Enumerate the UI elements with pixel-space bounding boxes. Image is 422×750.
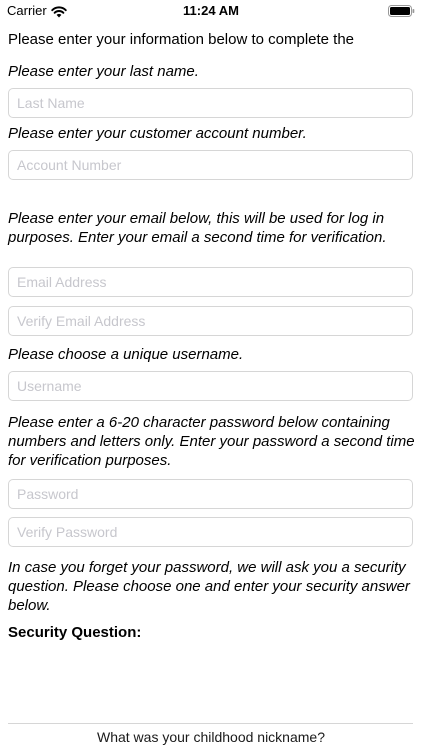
verify-email-field[interactable]	[8, 306, 413, 336]
account-number-field[interactable]	[8, 150, 413, 180]
verify-password-field[interactable]	[8, 517, 413, 547]
battery-icon	[388, 5, 415, 17]
account-number-prompt: Please enter your customer account numbe…	[8, 125, 307, 142]
email-field[interactable]	[8, 267, 413, 297]
status-bar: Carrier 11:24 AM	[0, 0, 422, 22]
picker-divider	[8, 723, 413, 724]
password-prompt: Please enter a 6-20 character password b…	[8, 414, 415, 469]
security-question-label: Security Question:	[8, 624, 142, 641]
security-question-picker-option[interactable]: What was your childhood nickname?	[0, 729, 422, 745]
password-field[interactable]	[8, 479, 413, 509]
username-prompt: Please choose a unique username.	[8, 346, 244, 363]
username-field[interactable]	[8, 371, 413, 401]
email-prompt: Please enter your email below, this will…	[8, 210, 387, 246]
security-prompt: In case you forget your password, we wil…	[8, 559, 410, 614]
last-name-prompt: Please enter your last name.	[8, 63, 199, 80]
last-name-field[interactable]	[8, 88, 413, 118]
status-time: 11:24 AM	[183, 3, 239, 18]
intro-text: Please enter your information below to c…	[8, 31, 355, 48]
